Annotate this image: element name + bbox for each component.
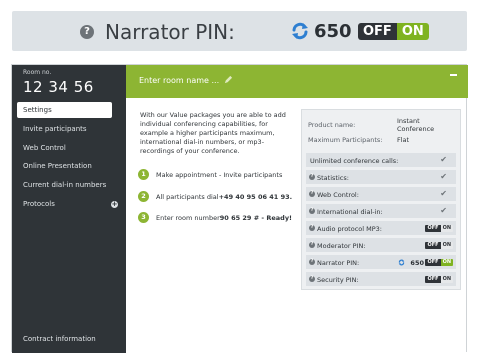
room-number-box: Room no. 12 34 56 bbox=[12, 65, 126, 98]
check-icon: ✔ bbox=[440, 206, 447, 215]
narrator-pin-toggle[interactable]: OFF ON bbox=[425, 259, 453, 266]
toggle-off-label: OFF bbox=[425, 259, 441, 266]
feature-row-international-dial-in: ? International dial-in: ✔ bbox=[306, 204, 456, 219]
product-name-label: Product name: bbox=[308, 121, 356, 129]
feature-label: Security PIN: bbox=[317, 276, 359, 284]
room-name-input[interactable]: Enter room name ... bbox=[139, 76, 219, 85]
sidebar-item-web-control[interactable]: Web Control bbox=[23, 144, 66, 152]
conference-app-window: Room no. 12 34 56 Enter room name ... Se… bbox=[11, 64, 468, 353]
step-2: 2 All participants dial +49 40 95 06 41 … bbox=[138, 191, 292, 202]
intro-text: With our Value packages you are able to … bbox=[140, 111, 286, 155]
help-icon[interactable]: ? bbox=[309, 276, 315, 282]
zoomed-narrator-pin-bar: ? Narrator PIN: 650 OFF ON bbox=[12, 11, 467, 51]
toggle-on-label: ON bbox=[440, 225, 453, 232]
product-name-value: Instant Conference bbox=[397, 117, 435, 133]
toggle-on-label: ON bbox=[440, 259, 453, 266]
dial-in-number: +49 40 95 06 41 93. bbox=[218, 192, 293, 201]
moderator-pin-toggle[interactable]: OFF ON bbox=[425, 242, 453, 249]
feature-label: Audio protocol MP3: bbox=[317, 225, 382, 233]
sidebar-item-invite-participants[interactable]: Invite participants bbox=[23, 125, 87, 133]
help-icon[interactable]: ? bbox=[309, 174, 315, 180]
feature-row-moderator-pin: ? Moderator PIN: OFF ON bbox=[306, 238, 456, 253]
narrator-pin-label-zoomed: Narrator PIN: bbox=[105, 20, 235, 44]
feature-label: Narrator PIN: bbox=[317, 259, 360, 267]
help-icon[interactable]: ? bbox=[309, 259, 315, 265]
step-number-badge: 3 bbox=[138, 212, 149, 223]
step-1: 1 Make appointment - Invite participants bbox=[138, 169, 282, 180]
help-icon[interactable]: ? bbox=[80, 25, 94, 39]
feature-label: Web Control: bbox=[317, 191, 359, 199]
sidebar-item-contract-information[interactable]: Contract information bbox=[23, 335, 96, 343]
feature-label: International dial-in: bbox=[317, 208, 383, 216]
narrator-pin-value: 650 bbox=[410, 259, 424, 267]
step-number-badge: 2 bbox=[138, 191, 149, 202]
room-number: 12 34 56 bbox=[23, 78, 94, 96]
toggle-off-label: OFF bbox=[425, 225, 441, 232]
toggle-on-label: ON bbox=[440, 276, 453, 283]
check-icon: ✔ bbox=[440, 155, 447, 164]
room-no-label: Room no. bbox=[23, 69, 52, 76]
step-text: All participants dial bbox=[156, 192, 219, 201]
refresh-pin-icon[interactable] bbox=[290, 21, 310, 41]
toggle-off-label: OFF bbox=[358, 23, 397, 40]
toggle-on-label: ON bbox=[440, 242, 453, 249]
toggle-off-label: OFF bbox=[425, 242, 441, 249]
app-header: Room no. 12 34 56 Enter room name ... bbox=[12, 65, 468, 98]
room-code: 90 65 29 # - Ready! bbox=[219, 213, 293, 222]
help-icon[interactable]: ? bbox=[309, 225, 315, 231]
help-icon[interactable]: ? bbox=[309, 191, 315, 197]
product-panel: Product name: Instant Conference Maximum… bbox=[301, 109, 461, 290]
narrator-pin-toggle-zoomed[interactable]: OFF ON bbox=[358, 23, 429, 40]
feature-row-unlimited-calls: Unlimited conference calls: ✔ bbox=[306, 153, 456, 168]
minimize-icon[interactable] bbox=[450, 74, 457, 76]
expand-plus-icon[interactable]: + bbox=[111, 201, 118, 208]
sidebar: Settings Invite participants Web Control… bbox=[12, 98, 126, 353]
help-icon[interactable]: ? bbox=[309, 208, 315, 214]
step-3: 3 Enter room number 90 65 29 # - Ready! bbox=[138, 212, 292, 223]
pencil-icon[interactable] bbox=[224, 75, 233, 84]
feature-row-security-pin: ? Security PIN: OFF ON bbox=[306, 272, 456, 287]
audio-mp3-toggle[interactable]: OFF ON bbox=[425, 225, 453, 232]
feature-label: Statistics: bbox=[317, 174, 349, 182]
help-icon[interactable]: ? bbox=[309, 242, 315, 248]
step-text: Make appointment - Invite participants bbox=[156, 170, 283, 179]
feature-row-audio-mp3: ? Audio protocol MP3: OFF ON bbox=[306, 221, 456, 236]
toggle-off-label: OFF bbox=[425, 276, 441, 283]
max-participants-label: Maximum Participants: bbox=[308, 136, 383, 144]
step-number-badge: 1 bbox=[138, 169, 149, 180]
sidebar-item-settings[interactable]: Settings bbox=[17, 102, 112, 118]
max-participants-value: Flat bbox=[397, 136, 410, 144]
feature-row-statistics: ? Statistics: ✔ bbox=[306, 170, 456, 185]
feature-row-web-control: ? Web Control: ✔ bbox=[306, 187, 456, 202]
feature-label: Moderator PIN: bbox=[317, 242, 366, 250]
step-text: Enter room number bbox=[156, 213, 220, 222]
narrator-pin-value-zoomed: 650 bbox=[314, 21, 352, 42]
refresh-pin-icon[interactable] bbox=[398, 259, 405, 266]
feature-label: Unlimited conference calls: bbox=[310, 157, 399, 165]
check-icon: ✔ bbox=[440, 189, 447, 198]
security-pin-toggle[interactable]: OFF ON bbox=[425, 276, 453, 283]
sidebar-item-protocols[interactable]: Protocols bbox=[23, 200, 55, 208]
check-icon: ✔ bbox=[440, 172, 447, 181]
toggle-on-label: ON bbox=[396, 23, 429, 40]
sidebar-item-online-presentation[interactable]: Online Presentation bbox=[23, 162, 92, 170]
feature-row-narrator-pin: ? Narrator PIN: 650 OFF ON bbox=[306, 255, 456, 270]
sidebar-item-dial-in-numbers[interactable]: Current dial-in numbers bbox=[23, 181, 106, 189]
